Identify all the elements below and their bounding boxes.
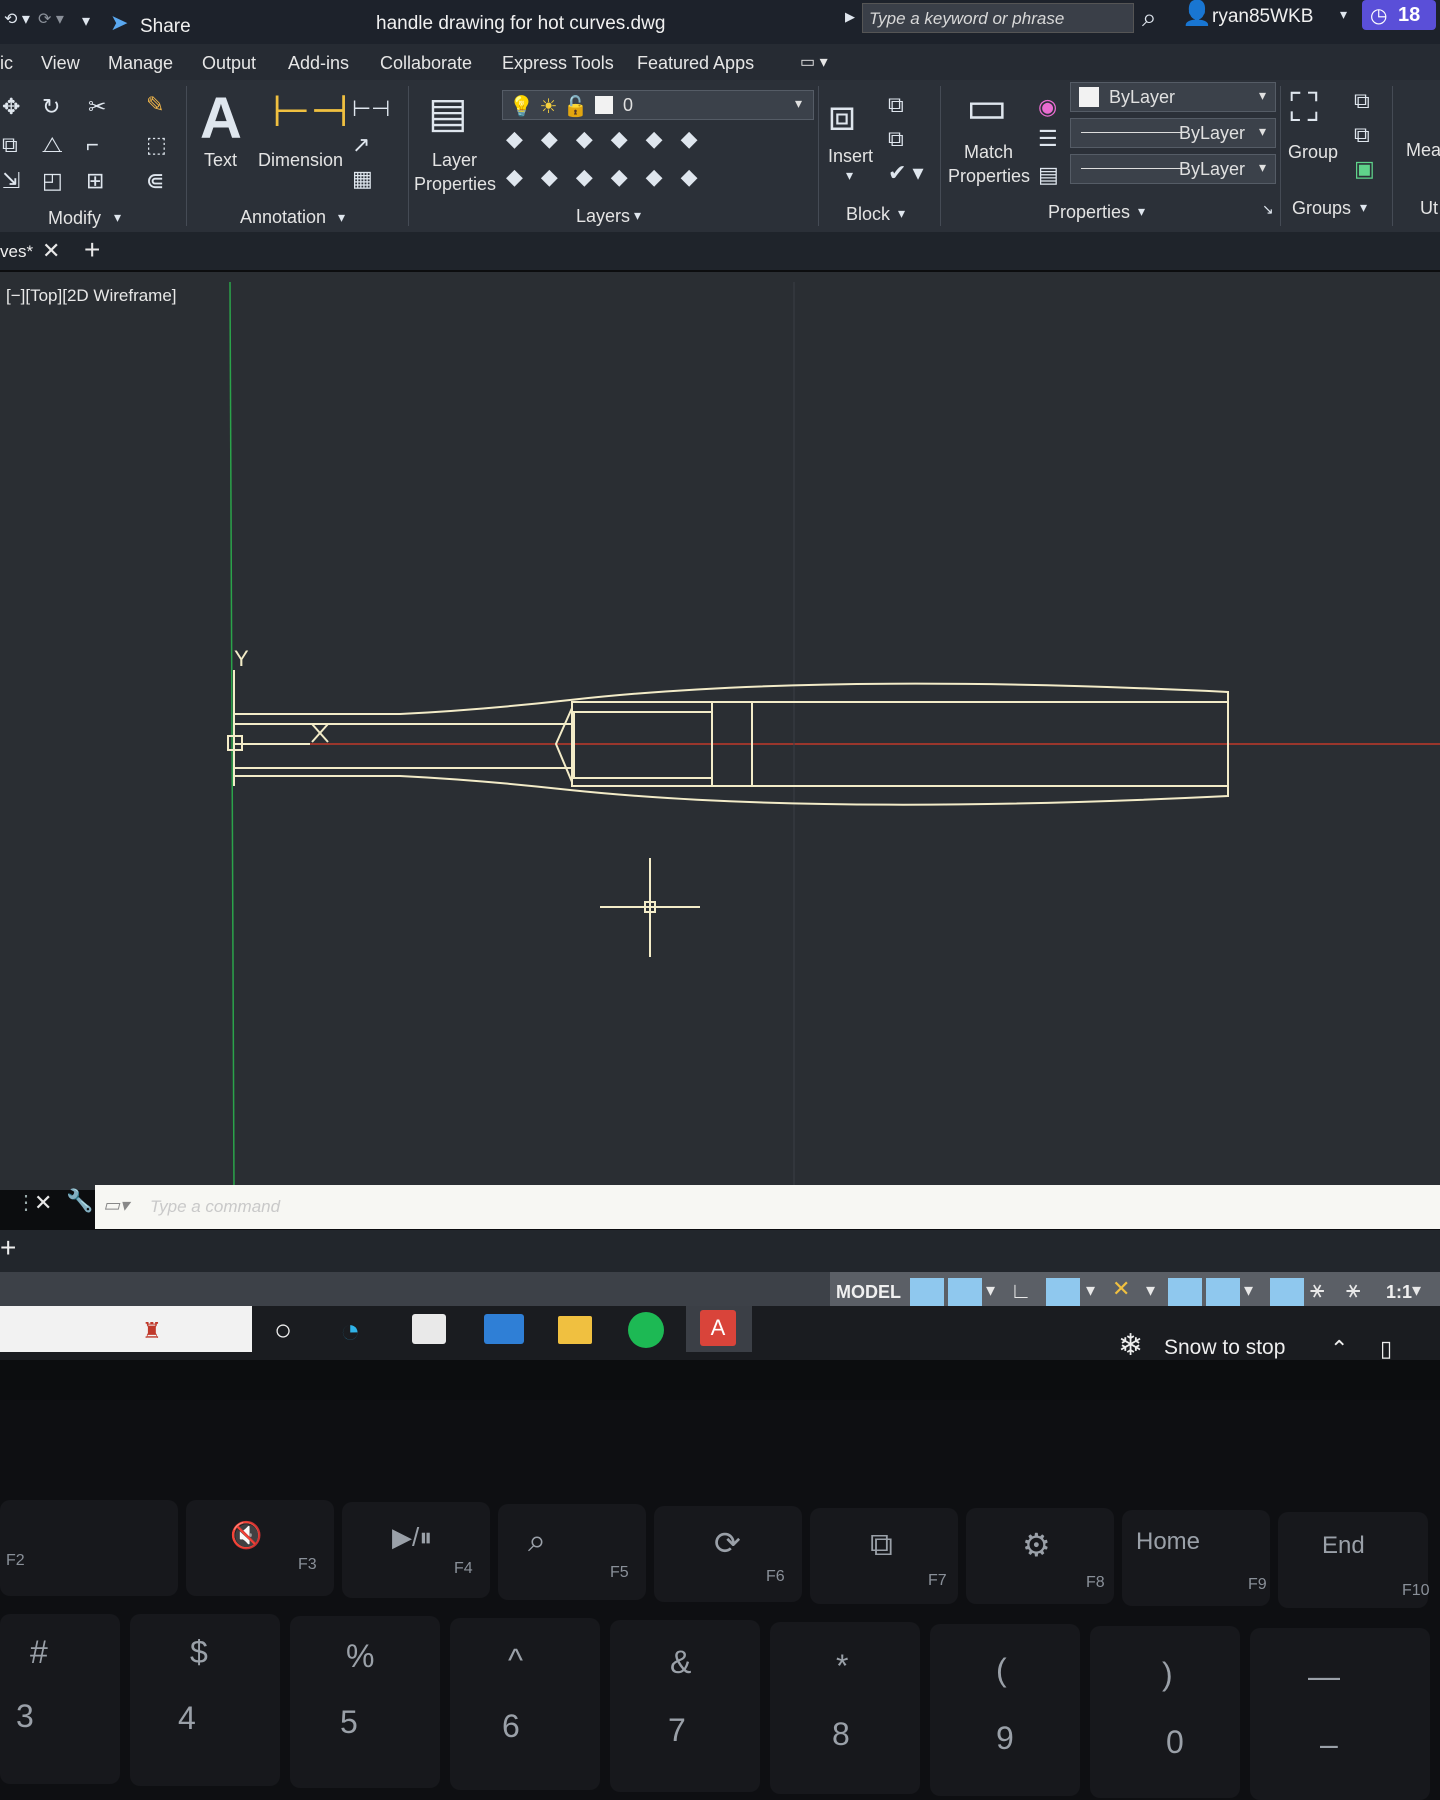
key-end-label: End [1322, 1532, 1365, 1559]
ucs-y-label: Y [234, 646, 249, 671]
search-highlight-icon: ♜ [142, 1318, 162, 1343]
handle-drawing [227, 670, 1229, 806]
isodraft-dropdown-icon[interactable]: ▾ [1146, 1280, 1155, 1301]
key-minus-top: — [1308, 1658, 1340, 1694]
key-6-bottom: 6 [502, 1708, 520, 1744]
layout-tabs: + [0, 1230, 1440, 1272]
key-0-bottom: 0 [1166, 1724, 1184, 1760]
key-8: * 8 [770, 1622, 920, 1794]
key-9-bottom: 9 [996, 1720, 1014, 1756]
key-7-bottom: 7 [668, 1712, 686, 1748]
show-hidden-icons-icon[interactable]: ⌃ [1330, 1336, 1348, 1362]
sync-icon: ⟳ [714, 1525, 741, 1561]
key-3: # 3 [0, 1614, 120, 1784]
spotify-icon[interactable] [628, 1312, 664, 1348]
play-pause-icon: ▶/⏸ [392, 1522, 433, 1552]
key-3-bottom: 3 [16, 1698, 34, 1734]
command-input[interactable]: ▭▾ Type a command [95, 1185, 1440, 1229]
device-icon[interactable]: ▯ [1380, 1336, 1392, 1362]
key-f6-label: F6 [766, 1568, 785, 1585]
key-5: % 5 [290, 1616, 440, 1788]
search-key-icon: ⌕ [528, 1522, 546, 1558]
ferrule-inner-rect [573, 711, 713, 779]
windows-taskbar: ♜ ○ ◔ A ❄ Snow to stop ⌃ ▯ [0, 1306, 1440, 1363]
key-9: ( 9 [930, 1624, 1080, 1796]
annotation-autoscale-icon[interactable]: ⚹ [1310, 1276, 1324, 1304]
key-0: ) 0 [1090, 1626, 1240, 1798]
customize-icon[interactable]: 🔧 [66, 1188, 93, 1214]
new-layout-icon[interactable]: + [0, 1232, 16, 1264]
key-f5-label: F5 [610, 1564, 629, 1581]
project-icon: ⧉ [870, 1526, 893, 1562]
key-0-top: ) [1162, 1656, 1173, 1692]
file-explorer-icon[interactable] [558, 1316, 592, 1344]
edge-icon[interactable]: ◔ [340, 1312, 361, 1351]
store-icon[interactable] [412, 1314, 446, 1344]
snap-dropdown-icon[interactable]: ▾ [986, 1280, 995, 1301]
weather-text[interactable]: Snow to stop [1164, 1336, 1285, 1360]
autocad-icon: A [700, 1310, 736, 1346]
key-3-top: # [30, 1634, 48, 1670]
drawing-svg: Y [227, 281, 1440, 1191]
key-f2: F2 [0, 1500, 178, 1596]
object-snap-icon[interactable] [1206, 1278, 1240, 1308]
key-f8: ⚙ F8 [966, 1508, 1114, 1604]
key-4-bottom: 4 [178, 1700, 196, 1736]
key-f3-label: F3 [298, 1556, 317, 1573]
key-f9: Home F9 [1122, 1510, 1270, 1606]
key-6: ^ 6 [450, 1618, 600, 1790]
scale-dropdown-icon[interactable]: ▾ [1412, 1280, 1421, 1301]
key-6-top: ^ [508, 1642, 524, 1678]
task-view-icon[interactable]: ○ [274, 1314, 292, 1348]
key-9-top: ( [996, 1652, 1007, 1688]
isodraft-icon[interactable]: ✕ [1112, 1276, 1130, 1302]
polar-icon[interactable] [1046, 1278, 1080, 1308]
grid-toggle-icon[interactable] [910, 1278, 944, 1308]
crosshair-cursor [600, 858, 700, 957]
command-grip-icon[interactable]: ⋮ [16, 1190, 36, 1215]
polar-dropdown-icon[interactable]: ▾ [1086, 1280, 1095, 1301]
key-f4-label: F4 [454, 1560, 473, 1577]
key-8-bottom: 8 [832, 1716, 850, 1752]
snap-toggle-icon[interactable] [948, 1278, 982, 1308]
key-f6: ⟳ F6 [654, 1506, 802, 1602]
key-5-bottom: 5 [340, 1704, 358, 1740]
mail-icon[interactable] [484, 1314, 524, 1344]
key-5-top: % [346, 1638, 375, 1674]
snow-weather-icon[interactable]: ❄ [1118, 1328, 1143, 1363]
key-f9-label: F9 [1248, 1576, 1267, 1593]
key-home-label: Home [1136, 1528, 1201, 1555]
key-7-top: & [670, 1644, 692, 1680]
key-f2-label: F2 [6, 1552, 25, 1569]
tip-cone [554, 707, 573, 783]
annotation-scale-value[interactable]: 1:1 [1386, 1282, 1412, 1303]
taskbar-search-box[interactable] [0, 1306, 252, 1352]
key-minus: — – [1250, 1628, 1430, 1800]
annotation-scale-icon[interactable]: ⚹ [1346, 1276, 1360, 1304]
command-history-icon[interactable]: ▭▾ [103, 1195, 129, 1216]
object-snap-tracking-icon[interactable] [1168, 1278, 1202, 1308]
object-snap-dropdown-icon[interactable]: ▾ [1244, 1280, 1253, 1301]
annotation-visibility-icon[interactable] [1270, 1278, 1304, 1308]
laptop-keyboard: F2 🔇 F3 ▶/⏸ F4 ⌕ F5 ⟳ F6 ⧉ F7 ⚙ F8 Home … [0, 1400, 1440, 1800]
command-placeholder: Type a command [150, 1197, 281, 1216]
key-f7: ⧉ F7 [810, 1508, 958, 1604]
key-f10: End F10 [1278, 1512, 1430, 1608]
ortho-icon[interactable]: ∟ [1010, 1278, 1032, 1304]
key-4-top: $ [190, 1634, 208, 1670]
key-f7-label: F7 [928, 1572, 947, 1589]
key-f3: 🔇 F3 [186, 1500, 334, 1596]
key-f5: ⌕ F5 [498, 1504, 646, 1600]
key-f4: ▶/⏸ F4 [342, 1502, 490, 1598]
key-4: $ 4 [130, 1614, 280, 1786]
model-button[interactable]: MODEL [836, 1282, 901, 1303]
key-8-top: * [836, 1648, 849, 1684]
key-f10-label: F10 [1402, 1582, 1430, 1599]
key-f8-label: F8 [1086, 1574, 1105, 1591]
key-minus-bottom: – [1320, 1726, 1338, 1762]
mute-icon: 🔇 [230, 1520, 263, 1550]
key-7: & 7 [610, 1620, 760, 1792]
settings-key-icon: ⚙ [1022, 1527, 1051, 1563]
close-command-icon[interactable]: ✕ [34, 1190, 52, 1216]
